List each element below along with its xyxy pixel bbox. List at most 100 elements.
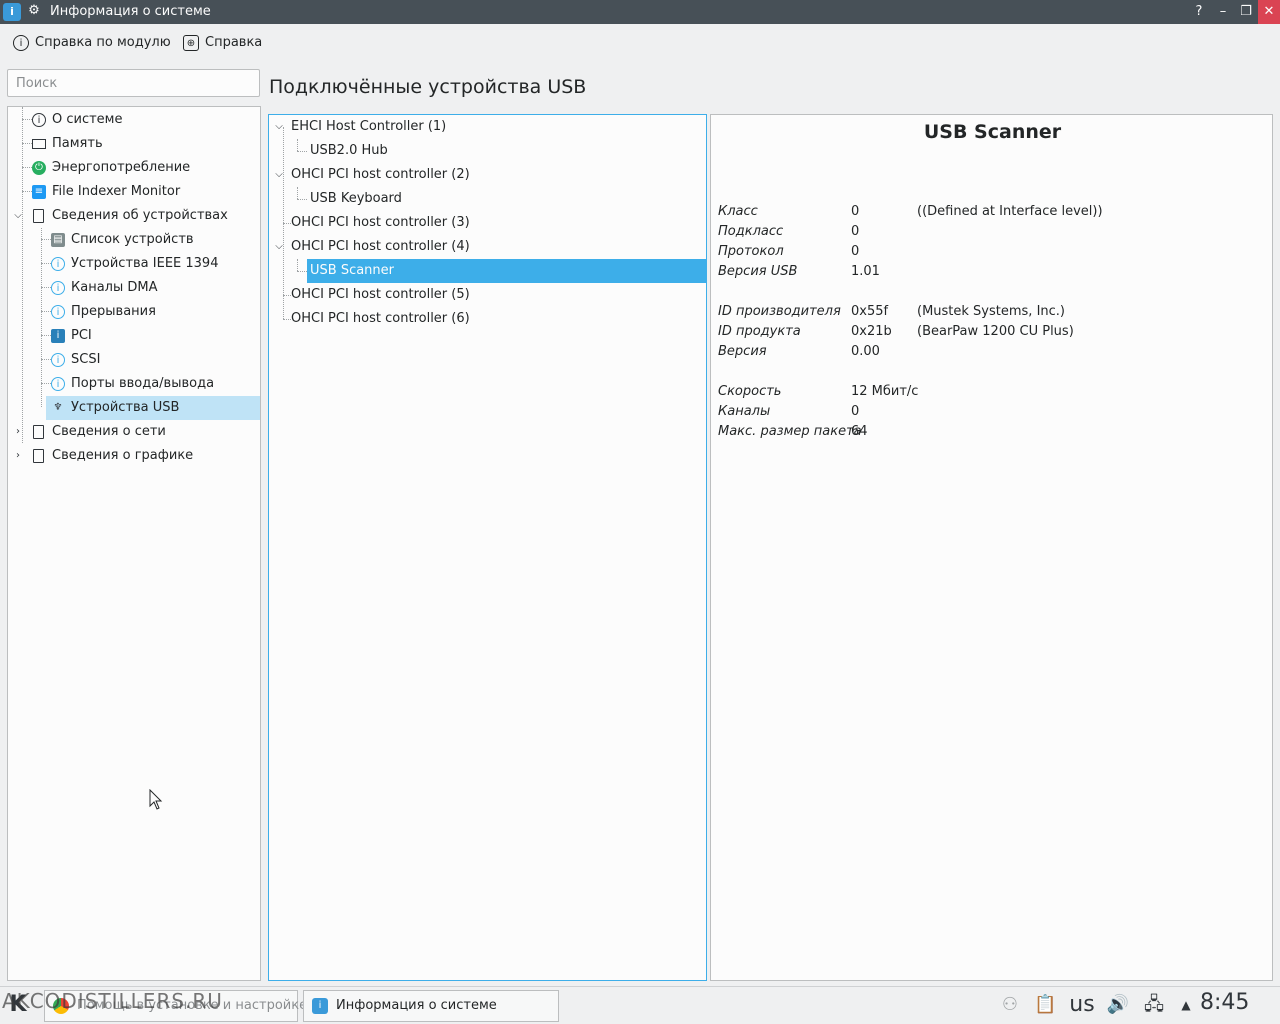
search-input[interactable]: [7, 69, 260, 97]
page-icon: [33, 449, 44, 463]
detail-value: 12 Мбит/с: [851, 384, 919, 399]
tree-item[interactable]: OHCI PCI host controller (5): [269, 283, 706, 307]
sidebar-item-interrupts[interactable]: i Прерывания: [8, 300, 260, 324]
sidebar-item-usb[interactable]: ♆ Устройства USB: [46, 396, 260, 420]
usb-device-tree[interactable]: ⌵ EHCI Host Controller (1) USB2.0 Hub ⌵ …: [268, 114, 707, 981]
module-help-label: Справка по модулю: [35, 35, 171, 50]
tree-item-label: USB Scanner: [310, 263, 395, 278]
chevron-right-icon[interactable]: ›: [13, 451, 23, 461]
tree-item-label: OHCI PCI host controller (6): [291, 311, 470, 326]
detail-value: 0: [851, 244, 860, 259]
tree-item[interactable]: OHCI PCI host controller (3): [269, 211, 706, 235]
detail-key: Версия: [718, 344, 767, 359]
sidebar-item-about[interactable]: i О системе: [8, 108, 260, 132]
module-help-button[interactable]: i Справка по модулю: [13, 33, 171, 53]
detail-value: 0: [851, 224, 860, 239]
window-title: Информация о системе: [50, 4, 211, 19]
app-info-icon: i: [312, 998, 328, 1014]
task-label: Информация о системе: [336, 998, 497, 1013]
sidebar-item-label: SCSI: [71, 352, 101, 367]
clipboard-icon[interactable]: 📋: [1034, 992, 1056, 1018]
info-icon: i: [51, 257, 65, 271]
sidebar-item-label: Устройства IEEE 1394: [71, 256, 219, 271]
keyboard-layout[interactable]: us: [1068, 992, 1096, 1018]
close-button[interactable]: ✕: [1258, 0, 1280, 24]
sidebar-item-devices[interactable]: ⌵ Сведения об устройствах: [8, 204, 260, 228]
tree-item-label: USB2.0 Hub: [310, 143, 388, 158]
tree-item-label: OHCI PCI host controller (2): [291, 167, 470, 182]
page-icon: [33, 209, 44, 223]
chevron-right-icon[interactable]: ›: [13, 427, 23, 437]
volume-icon[interactable]: 🔊: [1105, 992, 1131, 1018]
clock[interactable]: 8:45: [1200, 990, 1249, 1015]
chevron-down-icon[interactable]: ⌵: [274, 170, 284, 180]
detail-key: Подкласс: [718, 224, 784, 239]
detail-value: 0: [851, 404, 860, 419]
chevron-down-icon[interactable]: ⌵: [274, 242, 284, 252]
sidebar-item-scsi[interactable]: i SCSI: [8, 348, 260, 372]
minimize-button[interactable]: –: [1213, 2, 1233, 22]
monitor-icon: [32, 139, 46, 149]
sidebar-item-device-list[interactable]: ▤ Список устройств: [8, 228, 260, 252]
tree-item[interactable]: ⌵ OHCI PCI host controller (2): [269, 163, 706, 187]
info-icon: i: [13, 34, 29, 51]
details-title: USB Scanner: [923, 121, 1062, 143]
detail-extra: (BearPaw 1200 CU Plus): [917, 324, 1074, 339]
tree-item-label: USB Keyboard: [310, 191, 402, 206]
detail-key: ID продукта: [718, 324, 801, 339]
restore-button[interactable]: ❐: [1236, 2, 1256, 22]
sidebar-item-pci[interactable]: i PCI: [8, 324, 260, 348]
sidebar-tree[interactable]: i О системе Память ⏻ Энергопотребление ≡…: [7, 106, 261, 981]
network-icon[interactable]: 🖧: [1140, 992, 1168, 1018]
sidebar-item-label: Прерывания: [71, 304, 156, 319]
info-icon: i: [51, 281, 65, 295]
usb-icon: ♆: [53, 402, 63, 413]
pin-icon[interactable]: ⚙: [27, 4, 41, 18]
tree-item-label: OHCI PCI host controller (3): [291, 215, 470, 230]
sidebar-item-label: О системе: [52, 112, 123, 127]
sidebar-item-label: File Indexer Monitor: [52, 184, 181, 199]
watermark: AKCODISTILLERS.RU: [2, 989, 223, 1013]
sidebar-item-label: Список устройств: [71, 232, 194, 247]
sidebar-item-energy[interactable]: ⏻ Энергопотребление: [8, 156, 260, 180]
detail-value: 64: [851, 424, 868, 439]
detail-extra: ((Defined at Interface level)): [917, 204, 1103, 219]
window-titlebar[interactable]: i ⚙ Информация о системе ? – ❐ ✕: [0, 0, 1280, 24]
tree-item[interactable]: USB Keyboard: [269, 187, 706, 211]
sidebar-item-ieee1394[interactable]: i Устройства IEEE 1394: [8, 252, 260, 276]
info-icon: i: [32, 113, 46, 127]
sidebar-item-label: Память: [52, 136, 103, 151]
info-icon: i: [51, 353, 65, 367]
chevron-down-icon[interactable]: ⌵: [274, 122, 284, 132]
help-button[interactable]: ?: [1189, 2, 1209, 22]
user-icon[interactable]: ⚇: [998, 992, 1022, 1018]
tree-item[interactable]: ⌵ OHCI PCI host controller (4): [269, 235, 706, 259]
detail-value: 0.00: [851, 344, 880, 359]
sidebar-item-label: PCI: [71, 328, 92, 343]
sidebar-item-file-indexer[interactable]: ≡ File Indexer Monitor: [8, 180, 260, 204]
tree-item[interactable]: ⌵ EHCI Host Controller (1): [269, 115, 706, 139]
chevron-down-icon[interactable]: ⌵: [13, 211, 23, 221]
page-title: Подключённые устройства USB: [269, 76, 587, 98]
sidebar-item-graphics[interactable]: › Сведения о графике: [8, 444, 260, 468]
help-menu-button[interactable]: ⊕ Справка: [183, 33, 262, 53]
tree-item[interactable]: OHCI PCI host controller (6): [269, 307, 706, 331]
info-icon: i: [51, 377, 65, 391]
app-info-icon[interactable]: i: [3, 3, 21, 21]
sidebar-item-label: Порты ввода/вывода: [71, 376, 215, 391]
tray-expand-icon[interactable]: ▲: [1178, 992, 1194, 1018]
tree-item[interactable]: USB2.0 Hub: [269, 139, 706, 163]
sidebar-item-dma[interactable]: i Каналы DMA: [8, 276, 260, 300]
detail-extra: (Mustek Systems, Inc.): [917, 304, 1065, 319]
detail-value: 0x55f: [851, 304, 889, 319]
tree-item-selected[interactable]: USB Scanner: [307, 259, 706, 283]
sidebar-item-memory[interactable]: Память: [8, 132, 260, 156]
task-system-info[interactable]: i Информация о системе: [303, 990, 559, 1022]
detail-value: 0x21b: [851, 324, 892, 339]
lifebuoy-icon: ⊕: [183, 34, 199, 51]
sidebar-item-network[interactable]: › Сведения о сети: [8, 420, 260, 444]
sidebar-item-io-ports[interactable]: i Порты ввода/вывода: [8, 372, 260, 396]
detail-value: 0: [851, 204, 860, 219]
sidebar-item-label: Сведения об устройствах: [52, 208, 228, 223]
detail-key: Протокол: [718, 244, 784, 259]
